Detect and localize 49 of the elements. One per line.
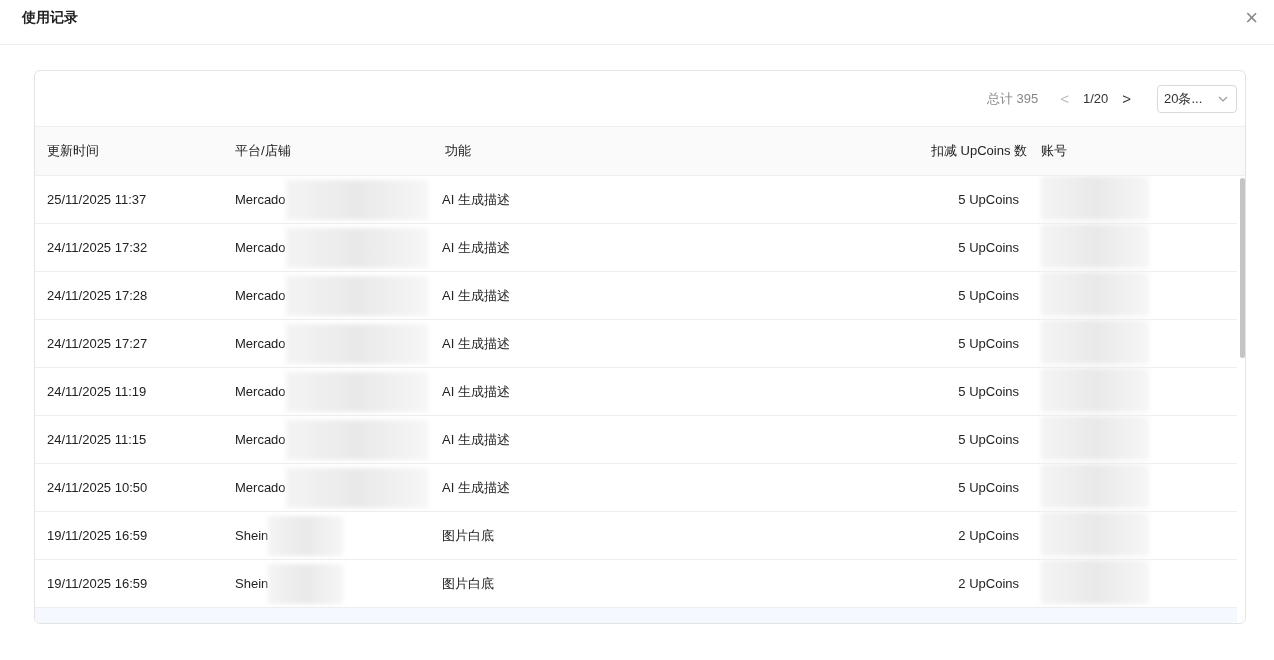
table-cell-text: 5 UpCoins — [957, 480, 1020, 495]
table-cell-text: 图片白底 — [441, 526, 495, 545]
scrollbar-thumb[interactable] — [1240, 178, 1245, 358]
table-cell-text: 24/11/2025 17:28 — [46, 288, 149, 303]
table-cell-text: 5 UpCoins — [957, 432, 1020, 447]
table-cell-text: 2 UpCoins — [957, 576, 1020, 591]
chevron-down-icon — [1218, 95, 1228, 102]
column-header: 扣减 UpCoins 数 — [929, 142, 1028, 160]
column-header: 功能 — [444, 142, 472, 160]
table-cell-text: 24/11/2025 10:50 — [46, 480, 149, 495]
table-cell-text: AI 生成描述 — [441, 190, 511, 209]
table-cell-text: 5 UpCoins — [957, 336, 1020, 351]
table-cell-text: 5 UpCoins — [957, 240, 1020, 255]
table-cell-text: AI 生成描述 — [441, 382, 511, 401]
close-button[interactable]: × — [1241, 5, 1262, 31]
table-cell-text: AI 生成描述 — [441, 478, 511, 497]
table-cell-text: AI 生成描述 — [441, 430, 511, 449]
table-cell-text: AI 生成描述 — [441, 286, 511, 305]
next-page-button[interactable]: > — [1116, 90, 1137, 107]
table-cell-text: 5 UpCoins — [957, 384, 1020, 399]
table-cell: Mercado — [235, 432, 286, 447]
table-cell: Shein — [235, 576, 269, 591]
table-cell: Mercado — [235, 288, 286, 303]
table-cell: Shein — [235, 528, 269, 543]
table-cell: Mercado — [235, 384, 286, 399]
table-cell-text: 图片白底 — [441, 574, 495, 593]
table-cell-text: AI 生成描述 — [441, 238, 511, 257]
table-cell-text: 24/11/2025 17:32 — [46, 240, 149, 255]
table-cell-text: 25/11/2025 11:37 — [46, 192, 148, 207]
table-cell-text: AI 生成描述 — [441, 334, 511, 353]
table-cell-text: 5 UpCoins — [957, 288, 1020, 303]
table-cell: Mercado — [235, 240, 286, 255]
column-header: 平台/店铺 — [234, 142, 292, 160]
table-cell-text: 24/11/2025 11:19 — [46, 384, 148, 399]
page-size-dropdown[interactable]: 20条... — [1157, 84, 1237, 113]
table-cell-text: 19/11/2025 16:59 — [46, 528, 149, 543]
table-cell: Mercado — [235, 192, 286, 207]
column-header: 更新时间 — [46, 142, 100, 160]
table-cell: Mercado — [235, 336, 286, 351]
table-cell-text: 5 UpCoins — [957, 192, 1020, 207]
column-header: 账号 — [1040, 142, 1068, 160]
dialog-title: 使用记录 — [22, 9, 78, 27]
table-cell: Mercado — [235, 480, 286, 495]
table-cell-text: 2 UpCoins — [957, 528, 1020, 543]
page-indicator: 1/20 — [1082, 91, 1109, 106]
table-cell-text: 24/11/2025 11:15 — [46, 432, 148, 447]
total-count: 总计 395 — [986, 89, 1039, 108]
table-cell-text: 24/11/2025 17:27 — [46, 336, 149, 351]
table-cell-text: 19/11/2025 16:59 — [46, 576, 149, 591]
